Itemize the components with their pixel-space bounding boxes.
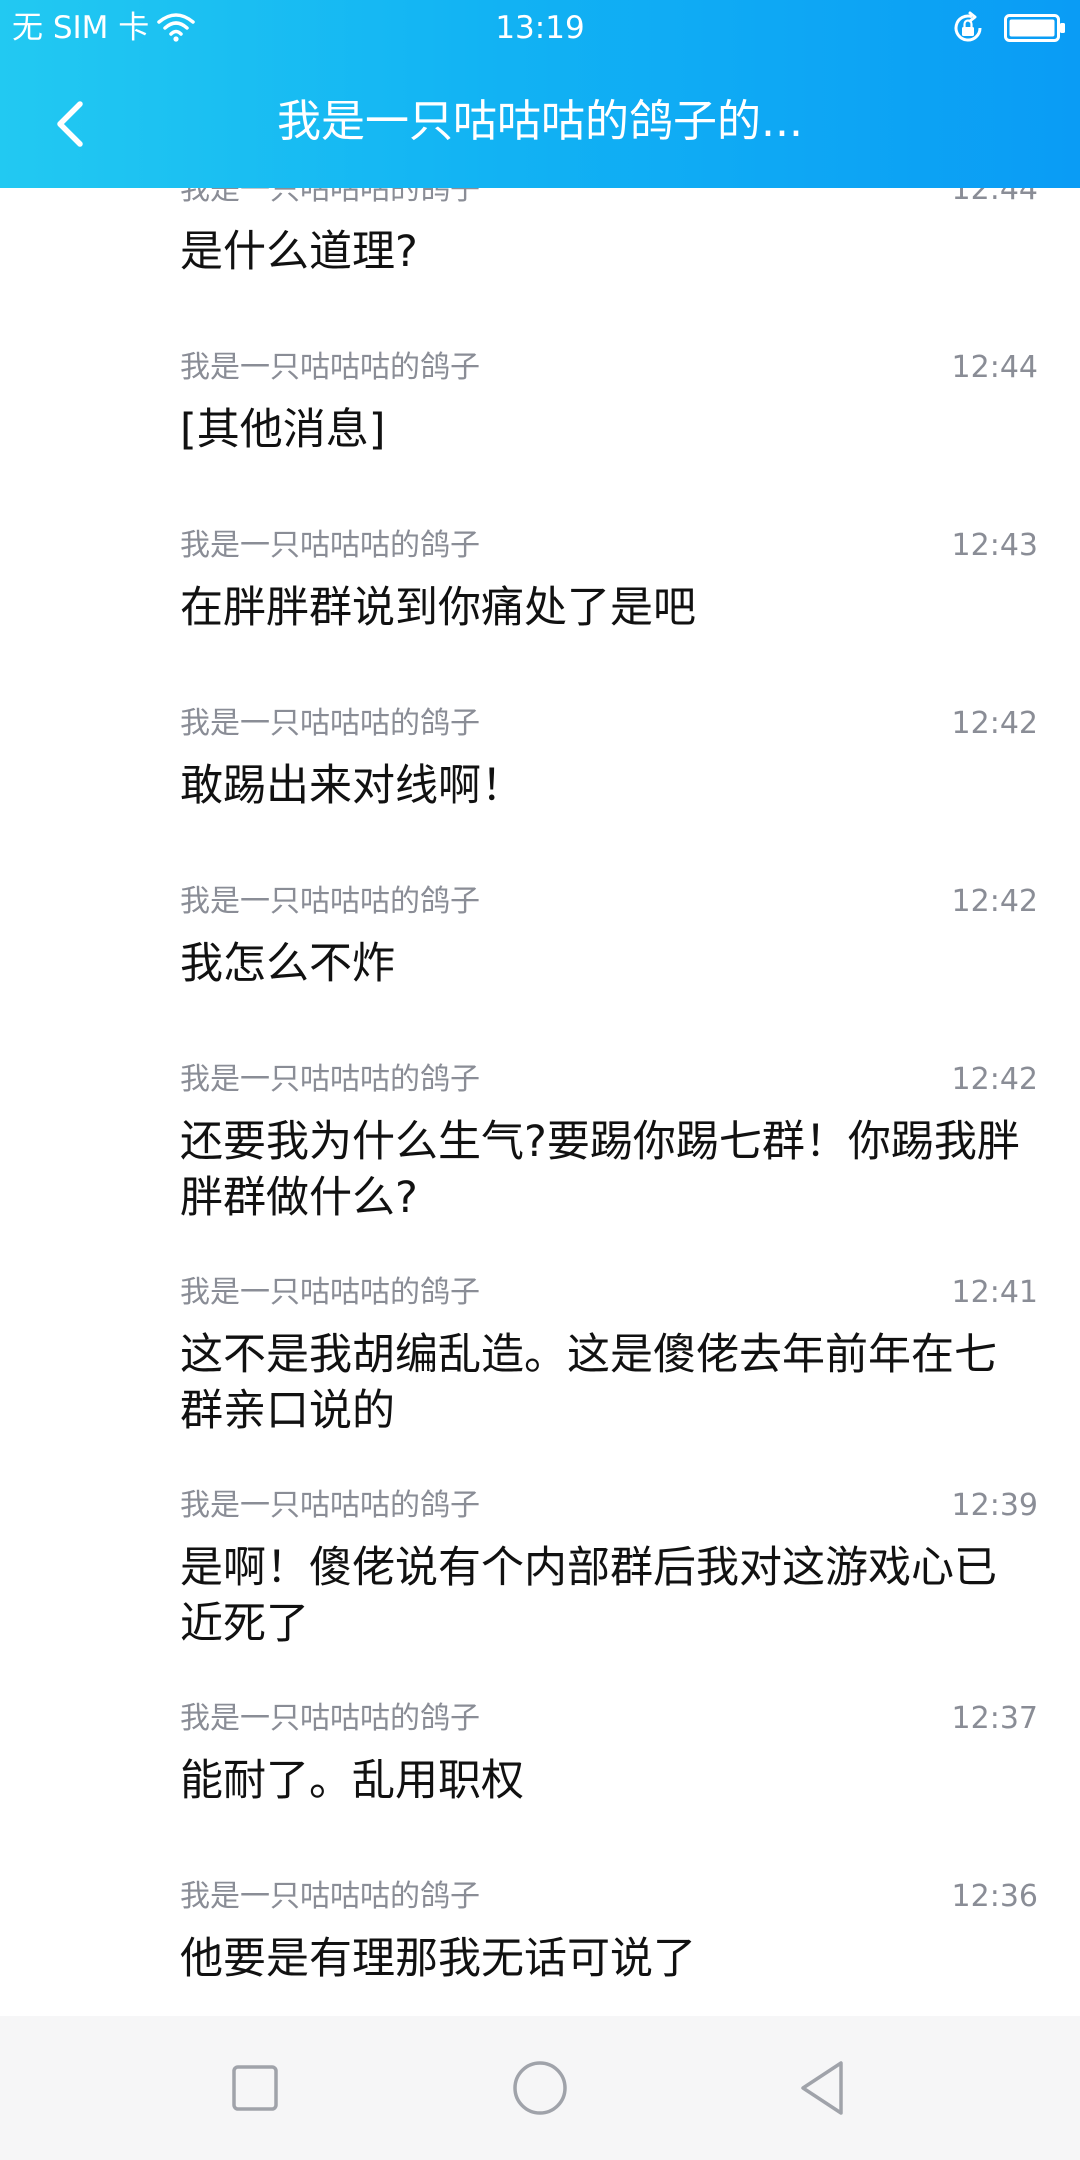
back-triangle-icon[interactable] xyxy=(791,2054,859,2122)
message-time: 12:42 xyxy=(951,706,1038,741)
home-circle-icon[interactable] xyxy=(506,2054,574,2122)
message-sender: 我是一只咕咕咕的鸽子 xyxy=(180,350,480,385)
message-text: 敢踢出来对线啊！ xyxy=(180,761,524,811)
battery-icon xyxy=(1004,14,1066,42)
message-sender: 我是一只咕咕咕的鸽子 xyxy=(180,706,480,741)
message-list[interactable]: 我是一只咕咕咕的鸽子 12:44 是什么道理? 我是一只咕咕咕的鸽子 12:44… xyxy=(0,0,1080,2016)
message-time: 12:44 xyxy=(951,350,1038,385)
message-time: 12:36 xyxy=(951,1879,1038,1914)
message-time: 12:42 xyxy=(951,1062,1038,1097)
message-time: 12:42 xyxy=(951,884,1038,919)
message-time: 12:43 xyxy=(951,528,1038,563)
message-sender: 我是一只咕咕咕的鸽子 xyxy=(180,1701,480,1736)
message-text: [其他消息] xyxy=(180,405,386,455)
message-text: 是啊！傻佬说有个内部群后我对这游戏心已近死了 xyxy=(180,1543,997,1649)
message-sender: 我是一只咕咕咕的鸽子 xyxy=(180,1062,480,1097)
status-bar: 无 SIM 卡 13:19 xyxy=(0,0,1080,56)
message-text: 我怎么不炸 xyxy=(180,939,395,989)
message-text: 是什么道理? xyxy=(180,227,418,277)
message-sender: 我是一只咕咕咕的鸽子 xyxy=(180,1275,480,1310)
message-time: 12:41 xyxy=(951,1275,1038,1310)
app-header: 无 SIM 卡 13:19 我是一只咕咕咕的鸽子的... xyxy=(0,0,1080,188)
system-nav-bar xyxy=(0,2016,1080,2160)
title-bar: 我是一只咕咕咕的鸽子的... xyxy=(0,56,1080,188)
status-time: 13:19 xyxy=(495,10,585,46)
message-text: 这不是我胡编乱造。这是傻佬去年前年在七群亲口说的 xyxy=(180,1330,997,1436)
message-sender: 我是一只咕咕咕的鸽子 xyxy=(180,1488,480,1523)
message-text: 能耐了。乱用职权 xyxy=(180,1756,524,1806)
back-chevron-icon[interactable] xyxy=(44,96,100,152)
message-text: 还要我为什么生气?要踢你踢七群！你踢我胖胖群做什么? xyxy=(180,1117,1020,1223)
chat-history-screen: 我是一只咕咕咕的鸽子 12:44 是什么道理? 我是一只咕咕咕的鸽子 12:44… xyxy=(0,0,1080,2160)
recents-square-icon[interactable] xyxy=(221,2054,289,2122)
message-text: 在胖胖群说到你痛处了是吧 xyxy=(180,583,696,633)
page-title: 我是一只咕咕咕的鸽子的... xyxy=(277,96,803,147)
message-sender: 我是一只咕咕咕的鸽子 xyxy=(180,884,480,919)
message-time: 12:37 xyxy=(951,1701,1038,1736)
message-text: 他要是有理那我无话可说了 xyxy=(180,1934,696,1984)
message-sender: 我是一只咕咕咕的鸽子 xyxy=(180,528,480,563)
message-time: 12:39 xyxy=(951,1488,1038,1523)
rotate-lock-icon xyxy=(950,10,986,46)
message-sender: 我是一只咕咕咕的鸽子 xyxy=(180,1879,480,1914)
